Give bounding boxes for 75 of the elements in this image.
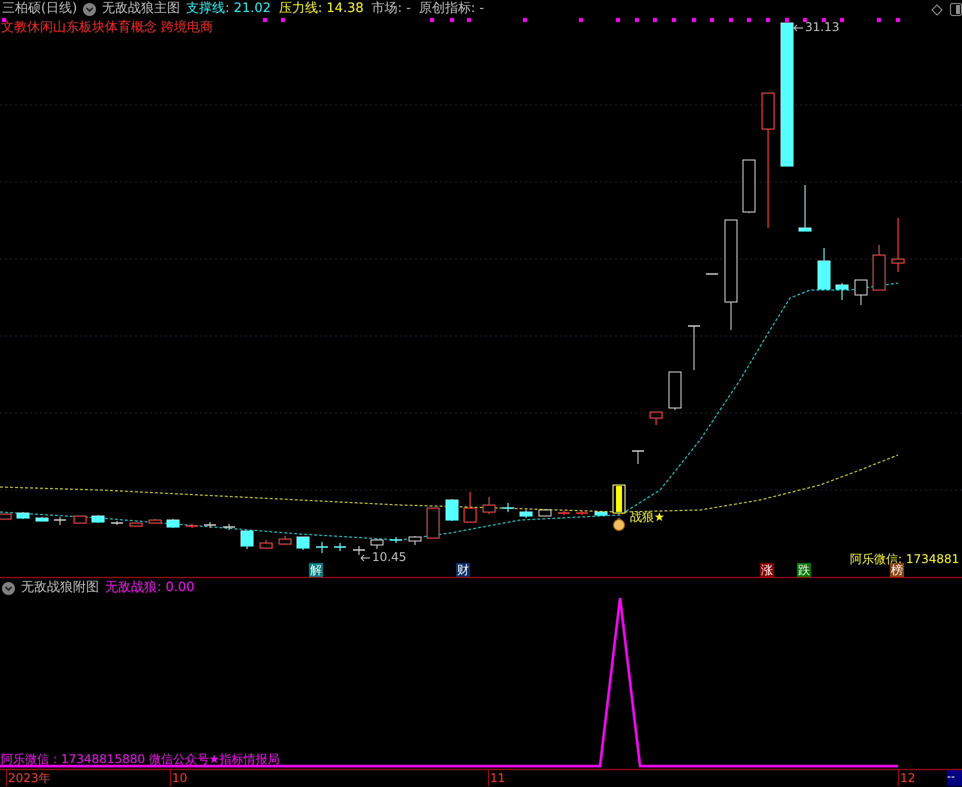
candlestick: [36, 516, 48, 522]
candlestick: [576, 510, 588, 516]
sector-tags: 文教休闲山东板块体育概念 跨境电商: [0, 20, 214, 36]
price-label: 10.45: [372, 549, 406, 565]
chevron-down-icon[interactable]: [2, 582, 15, 594]
axis-label: 12: [900, 770, 916, 786]
candlestick: [538, 508, 552, 516]
candlestick: [818, 248, 830, 290]
stock-title: 三柏硕(日线): [2, 0, 78, 18]
candlestick: [446, 498, 458, 522]
sub-chart-title: 无敌战狼附图: [21, 579, 99, 598]
candlestick: [278, 536, 292, 544]
candlestick: [668, 372, 682, 410]
candlestick: [872, 244, 886, 290]
candlestick: [316, 542, 328, 554]
arrow-icon: [360, 554, 370, 562]
candlestick: [166, 518, 180, 528]
candlestick: [223, 524, 235, 530]
signal-badge: 解: [309, 563, 323, 577]
candlestick: [111, 520, 123, 526]
money-bag-icon: [613, 518, 625, 531]
candlestick: [594, 510, 608, 516]
signal-badge: 跌: [797, 563, 811, 577]
chevron-down-icon[interactable]: [83, 2, 96, 16]
candlestick: [92, 514, 104, 524]
candlestick: [558, 510, 570, 516]
arrow-icon: [794, 24, 804, 32]
price-label: 31.13: [805, 19, 840, 35]
indicator-readout: 无敌战狼: 0.00: [105, 579, 194, 598]
indicator-readout: 市场: -: [372, 0, 411, 18]
candlestick: [742, 160, 756, 214]
candlestick: [836, 282, 848, 300]
candlestick: [186, 524, 198, 528]
signal-badge: 财: [456, 563, 470, 577]
candlestick: [240, 530, 254, 550]
diamond-icon[interactable]: [931, 4, 943, 16]
axis-label: 2023年: [8, 770, 51, 786]
signal-badge: 榜: [890, 563, 904, 577]
candlestick: [892, 218, 904, 272]
candlestick: [520, 510, 532, 518]
indicator-readout: 支撑线: 21.02: [186, 0, 271, 18]
candlestick: [16, 512, 30, 520]
candlestick: [260, 540, 272, 548]
signal-badge: 涨: [760, 563, 774, 577]
candlestick: [74, 516, 86, 524]
candlestick: [612, 484, 626, 514]
candlestick: [426, 508, 440, 538]
signal-label: 战狼★: [630, 509, 665, 525]
candlestick: [482, 496, 496, 514]
candlestick: [464, 492, 476, 522]
candlestick: [130, 522, 142, 526]
axis-label: 11: [490, 770, 506, 786]
candlestick: [148, 518, 162, 524]
contact-footer: 阿乐微信：17348815880 微信公众号★指标情报局: [1, 752, 280, 766]
panel-toggle-icon[interactable]: [950, 3, 962, 16]
candlestick: [502, 502, 514, 512]
candlestick: [390, 536, 402, 544]
candlestick: [706, 273, 718, 275]
scroll-button[interactable]: --: [947, 770, 962, 786]
candlestick: [204, 522, 216, 528]
candlestick: [334, 542, 346, 552]
axis-label: 10: [172, 770, 188, 786]
indicator-title: 无敌战狼主图: [102, 0, 180, 18]
candlestick: [854, 280, 868, 306]
candlestick: [408, 536, 422, 546]
candlestick: [353, 546, 365, 556]
candlestick: [688, 325, 700, 370]
candlestick: [798, 184, 812, 232]
candlestick: [650, 412, 662, 426]
candlestick: [296, 536, 310, 550]
candlestick: [370, 538, 384, 550]
candlestick: [632, 450, 644, 464]
indicator-readout: 原创指标: -: [418, 0, 484, 18]
indicator-readout: 压力线: 14.38: [278, 0, 364, 18]
candlestick: [54, 516, 66, 526]
